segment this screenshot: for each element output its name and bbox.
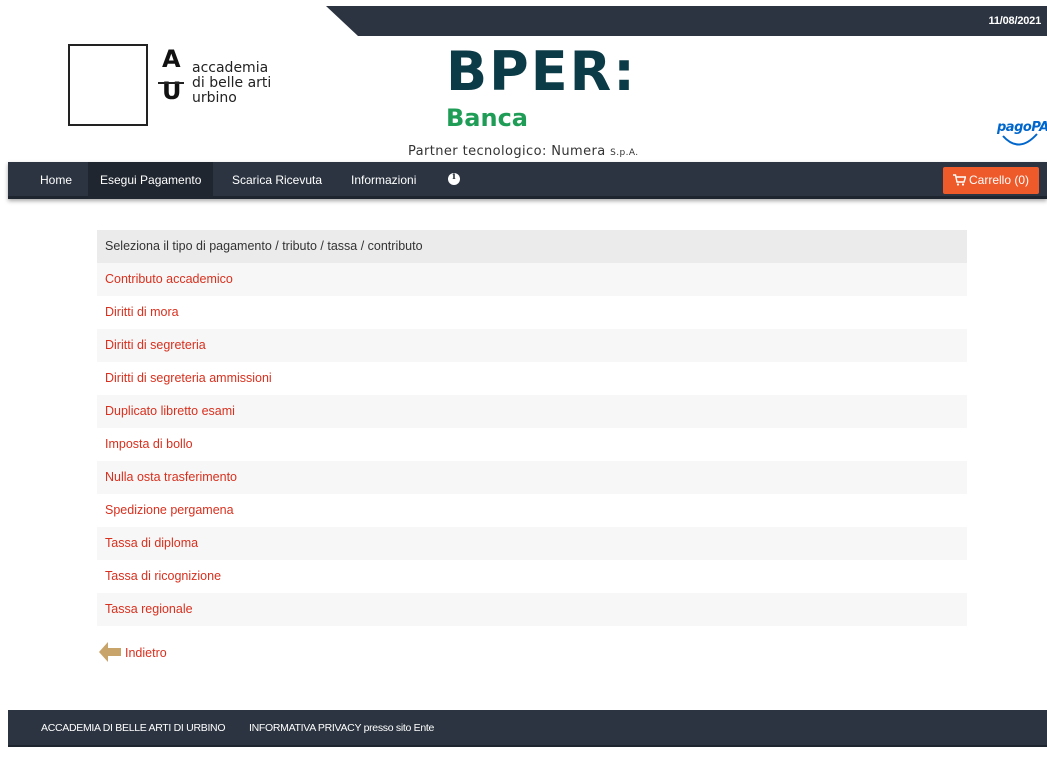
payment-item-nulla-osta-trasferimento[interactable]: Nulla osta trasferimento	[97, 461, 967, 494]
header: A U accademia di belle arti urbino BPER:…	[0, 36, 1047, 162]
back-label: Indietro	[125, 646, 167, 660]
top-bar-shape	[326, 6, 1047, 36]
current-date: 11/08/2021	[988, 15, 1042, 27]
payment-item-diritti-di-segreteria[interactable]: Diritti di segreteria	[97, 329, 967, 362]
payment-item-diritti-di-mora[interactable]: Diritti di mora	[97, 296, 967, 329]
footer: ACCADEMIA DI BELLE ARTI DI URBINO INFORM…	[8, 710, 1047, 747]
nav-esegui-pagamento[interactable]: Esegui Pagamento	[88, 162, 214, 199]
payment-list-heading: Seleziona il tipo di pagamento / tributo…	[97, 230, 967, 263]
nav-home[interactable]: Home	[28, 162, 84, 199]
payment-item-contributo-accademico[interactable]: Contributo accademico	[97, 263, 967, 296]
payment-type-list: Seleziona il tipo di pagamento / tributo…	[97, 230, 967, 626]
logo-line-2: di belle arti	[192, 75, 272, 91]
cart-button[interactable]: Carrello (0)	[942, 167, 1039, 194]
logo-rule	[158, 82, 184, 84]
logo-line-1: accademia	[192, 60, 269, 76]
pagopa-logo: pagoPA	[997, 118, 1047, 152]
accademia-logo[interactable]: A U accademia di belle arti urbino	[68, 44, 298, 126]
logo-letters: A U	[158, 45, 184, 104]
nav-scarica-ricevuta[interactable]: Scarica Ricevuta	[220, 162, 334, 199]
footer-institution-link[interactable]: ACCADEMIA DI BELLE ARTI DI URBINO	[41, 710, 226, 747]
banca-wordmark: Banca	[446, 104, 528, 132]
arrow-left-icon	[99, 642, 121, 662]
logo-square	[68, 44, 148, 126]
footer-privacy-link[interactable]: INFORMATIVA PRIVACY presso sito Ente	[249, 710, 434, 747]
bper-wordmark: BPER:	[446, 40, 637, 103]
payment-item-tassa-di-diploma[interactable]: Tassa di diploma	[97, 527, 967, 560]
cart-label: Carrello (0)	[968, 173, 1029, 187]
info-icon[interactable]: i	[448, 172, 460, 185]
payment-item-duplicato-libretto-esami[interactable]: Duplicato libretto esami	[97, 395, 967, 428]
payment-item-imposta-di-bollo[interactable]: Imposta di bollo	[97, 428, 967, 461]
pagopa-swoosh-icon	[1002, 133, 1038, 146]
bper-banca-logo: BPER: Banca	[446, 40, 637, 133]
partner-text: Partner tecnologico: Numera S.p.A.	[408, 144, 639, 159]
cart-icon	[952, 174, 967, 186]
logo-line-3: urbino	[192, 90, 237, 106]
top-date-bar: 11/08/2021	[0, 0, 1047, 36]
payment-item-spedizione-pergamena[interactable]: Spedizione pergamena	[97, 494, 967, 527]
logo-text: accademia di belle arti urbino	[192, 61, 271, 106]
nav-informazioni[interactable]: Informazioni	[339, 162, 428, 199]
payment-item-tassa-di-ricognizione[interactable]: Tassa di ricognizione	[97, 560, 967, 593]
payment-item-tassa-regionale[interactable]: Tassa regionale	[97, 593, 967, 626]
partner-label: Partner tecnologico: Numera	[408, 144, 606, 159]
main-navbar: Home Esegui Pagamento Scarica Ricevuta I…	[8, 162, 1047, 199]
payment-item-diritti-di-segreteria-ammissioni[interactable]: Diritti di segreteria ammissioni	[97, 362, 967, 395]
partner-suffix: S.p.A.	[610, 148, 639, 158]
logo-letter-a: A	[162, 45, 181, 73]
